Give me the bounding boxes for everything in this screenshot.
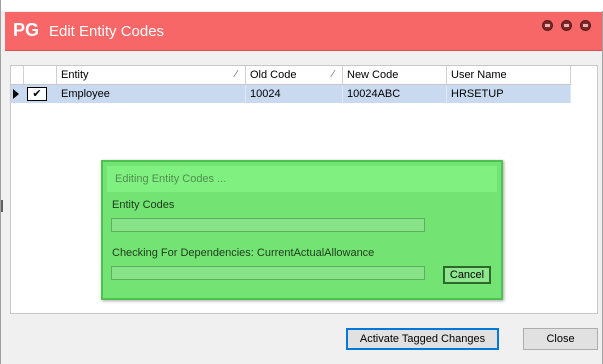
- cell-old-code[interactable]: 10024: [246, 85, 343, 103]
- row-indicator-header: [11, 66, 24, 84]
- restore-icon[interactable]: [542, 20, 553, 31]
- pg-logo: PG: [13, 20, 40, 40]
- sort-icon: ∕: [235, 69, 237, 80]
- column-header-entity[interactable]: Entity ∕: [57, 66, 246, 84]
- minimize-icon[interactable]: [561, 20, 572, 31]
- progress-dialog: Editing Entity Codes ... Entity Codes Ch…: [101, 160, 503, 300]
- sort-icon: ∕: [332, 69, 334, 80]
- close-icon[interactable]: [580, 20, 591, 31]
- grid-header: Entity ∕ Old Code ∕ New Code User Name: [11, 66, 571, 85]
- task2-progress-bar: [111, 266, 425, 280]
- tag-checkbox[interactable]: ✔: [27, 87, 47, 101]
- column-header-old-code[interactable]: Old Code ∕: [246, 66, 343, 84]
- edit-entity-codes-window: PG Edit Entity Codes Entity ∕ Old Code ∕…: [0, 0, 603, 364]
- task1-progress-bar: [111, 218, 425, 232]
- column-header-label: New Code: [347, 69, 399, 81]
- column-header-label: User Name: [451, 69, 507, 81]
- window-title: Edit Entity Codes: [49, 23, 165, 40]
- cell-user-name[interactable]: HRSETUP: [447, 85, 571, 103]
- progress-dialog-titlebar: Editing Entity Codes ...: [107, 166, 497, 192]
- cancel-button[interactable]: Cancel: [443, 266, 491, 284]
- activate-tagged-changes-button[interactable]: Activate Tagged Changes: [346, 328, 499, 350]
- tag-column-header[interactable]: [24, 66, 57, 84]
- task1-label: Entity Codes: [112, 199, 175, 211]
- column-header-new-code[interactable]: New Code: [343, 66, 447, 84]
- window-edge-mark: [1, 200, 3, 212]
- close-button[interactable]: Close: [523, 328, 598, 350]
- cell-new-code[interactable]: 10024ABC: [343, 85, 447, 103]
- title-bar[interactable]: PG Edit Entity Codes: [5, 12, 602, 51]
- cell-entity[interactable]: Employee: [57, 85, 246, 103]
- progress-dialog-title: Editing Entity Codes ...: [115, 173, 227, 185]
- table-row[interactable]: ✔ Employee 10024 10024ABC HRSETUP: [11, 85, 571, 103]
- window-top-strip: [1, 0, 603, 11]
- row-pointer-icon: [13, 89, 19, 99]
- column-header-label: Entity: [61, 69, 89, 81]
- task2-label: Checking For Dependencies: CurrentActual…: [112, 247, 375, 259]
- column-header-label: Old Code: [250, 69, 297, 81]
- column-header-user-name[interactable]: User Name: [447, 66, 571, 84]
